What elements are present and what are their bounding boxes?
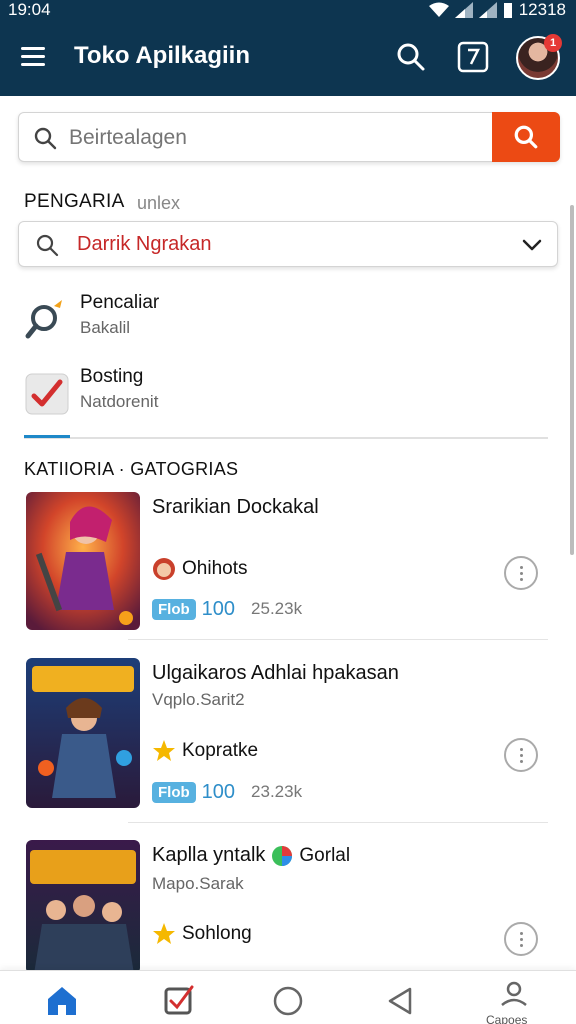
face-icon: [153, 558, 175, 580]
status-clock: 12318: [518, 0, 566, 19]
signal-icon: [454, 2, 473, 18]
search-icon: [514, 125, 538, 149]
app-thumbnail: [26, 492, 140, 630]
dot: [520, 944, 523, 947]
app-tag-label: Ohihots: [182, 558, 248, 579]
edit-icon[interactable]: [456, 40, 490, 74]
app-stats: Flob 100 25.23k: [152, 596, 302, 622]
signal-icon-2: [478, 2, 497, 18]
app-list-item[interactable]: Srarikian Dockakal Ohihots Flob 100 25.2…: [24, 492, 548, 662]
search-icon: [36, 234, 59, 257]
search-button[interactable]: [492, 112, 560, 162]
profile-label: Capoes: [486, 1013, 528, 1024]
option-subtitle: Natdorenit: [80, 392, 159, 411]
header: 19:04 12318 Toko Apilkagiin 1: [0, 0, 576, 96]
dot: [520, 760, 523, 763]
game-art-image: [26, 492, 140, 630]
app-developer: Vqplo.Sarit2: [152, 690, 245, 709]
app-name: Srarikian Dockakal: [152, 496, 319, 518]
dot: [520, 748, 523, 751]
section-title: PENGARIA: [24, 191, 125, 212]
filter-option-bosting[interactable]: Bosting Natdorenit: [24, 364, 544, 424]
battery-icon: [503, 3, 512, 18]
status-icons: 12318: [428, 0, 566, 20]
app-downloads: 23.23k: [251, 782, 303, 801]
app-thumbnail: [26, 658, 140, 808]
app-thumbnail: [26, 840, 140, 974]
star-icon: [153, 923, 175, 944]
status-time: 19:04: [8, 0, 51, 19]
star-icon: [153, 740, 175, 761]
scrollbar[interactable]: [570, 205, 574, 555]
search-icon: [34, 127, 57, 150]
dot: [520, 572, 523, 575]
categories-title: KATIIORIA · GATOGRIAS: [24, 459, 239, 479]
option-title: Bosting: [80, 366, 144, 387]
option-title: Pencaliar: [80, 292, 160, 313]
app-tag: Kopratke: [152, 736, 258, 766]
app-badge: Flob: [152, 598, 196, 620]
dot: [520, 566, 523, 569]
search-input[interactable]: [69, 126, 489, 150]
app-tag: Sohlong: [152, 919, 252, 949]
menu-icon-line: [21, 63, 45, 66]
wifi-icon: [428, 2, 449, 17]
section-subtitle: unlex: [137, 193, 181, 213]
dot: [520, 938, 523, 941]
magnifier-icon: [25, 300, 62, 339]
app-name-suffix: Gorlal: [299, 844, 351, 866]
chevron-down-icon: [522, 239, 542, 251]
row-separator: [128, 822, 548, 823]
game-art-image: [26, 658, 140, 808]
row-separator: [128, 639, 548, 640]
color-wheel-icon: [272, 845, 293, 866]
notification-badge: 1: [544, 34, 562, 52]
profile-icon[interactable]: [494, 975, 534, 1015]
app-name: Kaplla yntalk: [152, 844, 266, 866]
dot: [520, 754, 523, 757]
divider: [24, 437, 548, 439]
app-tag: Ohihots: [152, 554, 247, 584]
app-stats: Flob 100 23.23k: [152, 779, 302, 805]
app-screen: 19:04 12318 Toko Apilkagiin 1 Beirtealag…: [0, 0, 576, 1024]
circle-icon[interactable]: [268, 981, 308, 1021]
app-badge: Flob: [152, 781, 196, 803]
more-options-button[interactable]: [504, 738, 538, 772]
app-downloads: 25.23k: [251, 599, 303, 618]
status-bar: 19:04 12318: [0, 0, 576, 20]
app-developer: Mapo.Sarak: [152, 874, 244, 893]
boost-icon: [25, 373, 69, 415]
option-subtitle: Bakalil: [80, 318, 131, 337]
app-name-row: Kaplla yntalk Gorlal: [152, 844, 350, 867]
app-tag-label: Kopratke: [182, 740, 259, 761]
dot: [520, 932, 523, 935]
more-options-button[interactable]: [504, 922, 538, 956]
app-bar: Toko Apilkagiin 1: [0, 28, 576, 88]
menu-button[interactable]: [18, 42, 48, 72]
filter-option-pencaliar[interactable]: Pencaliar Bakalil: [24, 290, 544, 350]
game-art-image: [26, 840, 140, 974]
tasks-icon[interactable]: [158, 981, 198, 1021]
dot: [520, 578, 523, 581]
app-rating: 100: [201, 597, 236, 620]
app-rating: 100: [201, 780, 236, 803]
app-name: Ulgaikaros Adhlai hpakasan: [152, 662, 399, 684]
filter-dropdown[interactable]: Darrik Ngrakan: [18, 221, 558, 267]
app-list-item[interactable]: Ulgaikaros Adhlai hpakasan Vqplo.Sarit2 …: [24, 658, 548, 828]
app-title: Toko Apilkagiin: [74, 42, 251, 69]
bottom-navigation: Capoes: [0, 970, 576, 1024]
menu-icon-line: [21, 47, 45, 50]
search-bar: [18, 112, 560, 162]
back-icon[interactable]: [380, 981, 420, 1021]
search-icon[interactable]: [396, 42, 426, 72]
home-icon[interactable]: [42, 981, 82, 1021]
more-options-button[interactable]: [504, 556, 538, 590]
divider-accent: [24, 435, 70, 438]
app-tag-label: Sohlong: [182, 923, 252, 944]
dropdown-value: Darrik Ngrakan: [77, 233, 212, 255]
menu-icon-line: [21, 55, 45, 58]
